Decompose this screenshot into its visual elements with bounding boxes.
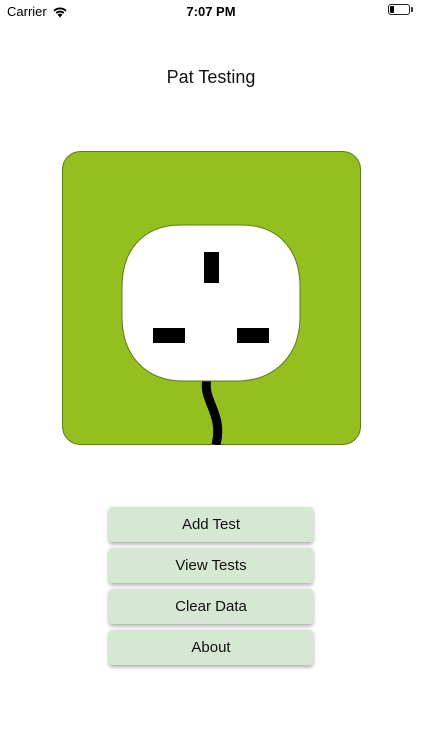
page-title: Pat Testing bbox=[166, 67, 256, 87]
status-bar: Carrier 7:07 PM bbox=[0, 0, 422, 22]
battery-body bbox=[388, 4, 410, 15]
live-pin bbox=[153, 328, 185, 343]
battery-icon bbox=[388, 4, 414, 17]
main-menu: Add Test View Tests Clear Data About bbox=[109, 507, 313, 671]
neutral-pin bbox=[237, 328, 269, 343]
about-button[interactable]: About bbox=[109, 630, 313, 665]
view-tests-button[interactable]: View Tests bbox=[109, 548, 313, 583]
plug-face bbox=[121, 224, 301, 382]
battery-tip bbox=[411, 7, 413, 12]
status-time: 7:07 PM bbox=[186, 4, 236, 19]
battery-level bbox=[390, 6, 394, 13]
clear-data-button[interactable]: Clear Data bbox=[109, 589, 313, 624]
add-test-button[interactable]: Add Test bbox=[109, 507, 313, 542]
earth-pin bbox=[204, 252, 219, 283]
uk-plug-socket-icon bbox=[62, 151, 361, 445]
